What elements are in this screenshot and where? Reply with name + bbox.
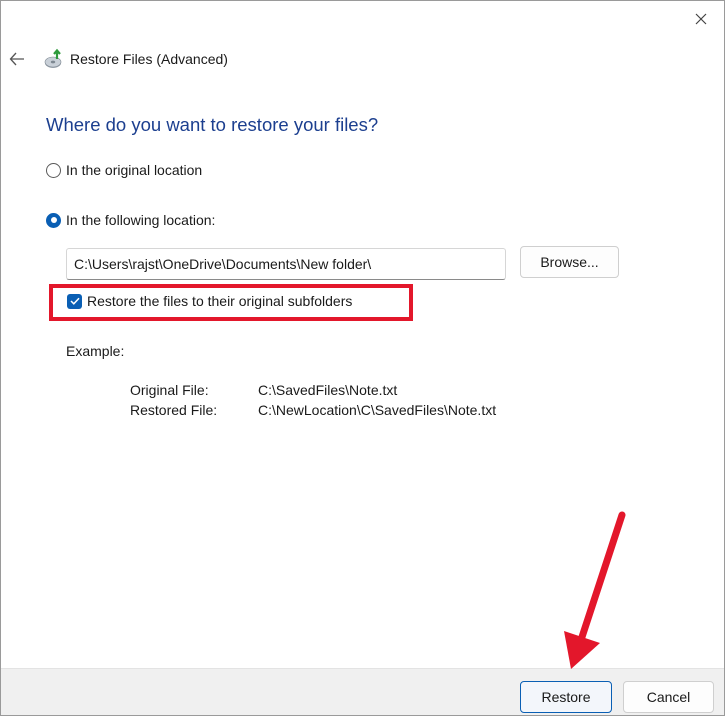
page-heading: Where do you want to restore your files? bbox=[46, 114, 379, 135]
radio-button[interactable] bbox=[46, 162, 61, 178]
example-original-value: C:\SavedFiles\Note.txt bbox=[258, 382, 398, 398]
cancel-button[interactable]: Cancel bbox=[623, 681, 714, 713]
radio-following-location[interactable]: In the following location: bbox=[46, 212, 215, 228]
example-restored-key: Restored File: bbox=[130, 402, 218, 418]
close-button[interactable] bbox=[686, 5, 716, 33]
radio-label: In the following location: bbox=[66, 212, 216, 228]
browse-button[interactable]: Browse... bbox=[520, 246, 619, 278]
radio-original-location[interactable]: In the original location bbox=[46, 162, 202, 178]
example-label: Example: bbox=[66, 343, 125, 359]
checkbox-label: Restore the files to their original subf… bbox=[87, 293, 353, 309]
close-icon bbox=[695, 13, 707, 25]
window-title: Restore Files (Advanced) bbox=[70, 51, 228, 67]
checkbox-original-subfolders[interactable]: Restore the files to their original subf… bbox=[67, 293, 352, 309]
dialog-footer: Restore Cancel bbox=[1, 668, 724, 715]
restore-button[interactable]: Restore bbox=[520, 681, 612, 713]
location-path-input[interactable] bbox=[66, 248, 506, 280]
title-strip bbox=[1, 1, 724, 7]
restore-files-window: Restore Files (Advanced) Where do you wa… bbox=[0, 0, 725, 716]
example-original-key: Original File: bbox=[130, 382, 209, 398]
restore-files-icon bbox=[44, 48, 62, 68]
example-restored-value: C:\NewLocation\C\SavedFiles\Note.txt bbox=[258, 402, 497, 418]
radio-label: In the original location bbox=[66, 162, 203, 178]
annotation-arrow-icon bbox=[564, 511, 626, 669]
back-button[interactable] bbox=[7, 49, 27, 69]
arrow-left-icon bbox=[9, 52, 24, 66]
checkbox[interactable] bbox=[67, 293, 82, 309]
radio-button[interactable] bbox=[46, 212, 61, 228]
checkmark-icon bbox=[69, 297, 80, 305]
